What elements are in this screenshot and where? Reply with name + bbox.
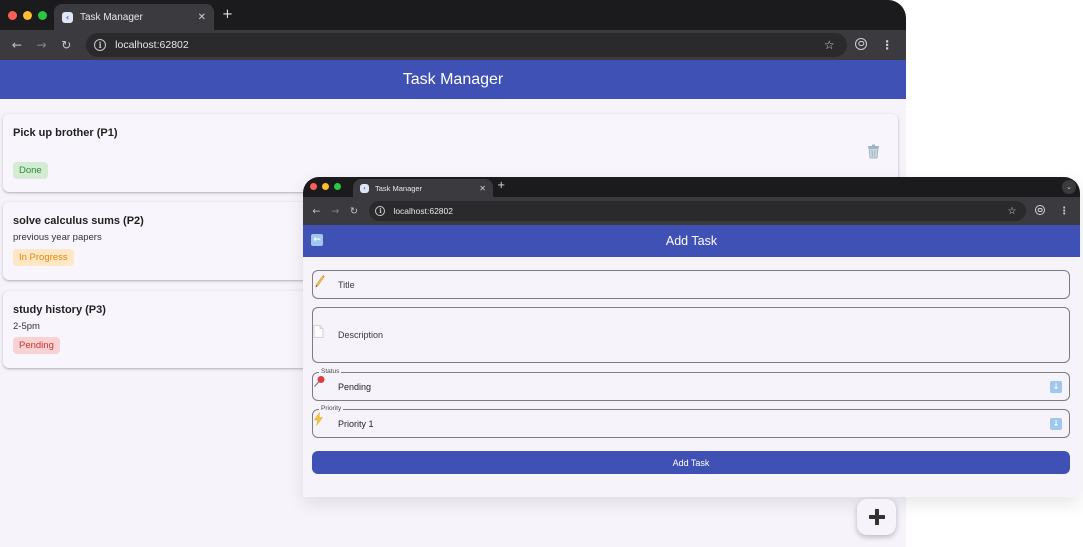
profile-button[interactable] [1030,204,1050,218]
menu-kebab-icon[interactable]: ⋮ [1054,206,1074,217]
new-tab-icon[interactable]: + [222,7,233,22]
address-url: localhost:62802 [393,206,453,216]
task-title: study history (P3) [13,304,106,316]
browser-tab[interactable]: ‹ Task Manager ✕ [353,179,493,197]
profile-button[interactable] [851,37,873,53]
back-arrow-icon[interactable]: ← [309,206,324,217]
priority-value: Priority 1 [338,419,374,429]
minimize-window-button[interactable] [322,183,329,190]
app-bar: Task Manager [0,60,906,99]
browser-toolbar: ← → ↻ i localhost:62802 ☆ ⋮ [0,30,906,60]
reload-icon[interactable]: ↻ [347,206,362,217]
browser-toolbar: ← → ↻ i localhost:62802 ☆ ⋮ [303,197,1080,225]
dropdown-arrow-icon[interactable]: ↓ [1050,381,1062,393]
description-field[interactable]: Description [312,307,1070,363]
pushpin-icon [314,376,325,387]
window-controls [8,11,47,20]
status-badge: Pending [13,337,60,354]
window-controls [310,183,341,190]
site-info-icon[interactable]: i [375,206,386,216]
new-tab-icon[interactable]: + [497,180,505,191]
bookmark-star-icon[interactable]: ☆ [824,38,835,52]
title-field[interactable]: Title [312,270,1070,299]
minimize-window-button[interactable] [23,11,32,20]
close-tab-icon[interactable]: ✕ [198,12,206,23]
address-url: localhost:62802 [115,39,189,51]
close-window-button[interactable] [310,183,317,190]
status-badge: In Progress [13,249,74,266]
reload-icon[interactable]: ↻ [57,38,75,52]
app-bar: ← Add Task [303,225,1080,257]
tab-search-chevron-icon[interactable]: ⌄ [1062,180,1076,194]
plus-icon [868,509,885,525]
address-bar[interactable]: i localhost:62802 ☆ [369,201,1027,221]
forward-arrow-icon[interactable]: → [328,206,343,217]
status-badge: Done [13,162,48,179]
tab-bar: ‹ Task Manager ✕ + [0,0,906,30]
add-task-button-label: Add Task [672,457,710,468]
task-title: solve calculus sums (P2) [13,215,144,227]
back-arrow-icon[interactable]: ← [8,38,26,52]
priority-dropdown[interactable]: Priority Priority 1 ↓ [312,404,1070,438]
add-task-button[interactable]: Add Task [312,451,1070,474]
maximize-window-button[interactable] [38,11,47,20]
profile-icon [855,37,868,50]
title-placeholder: Title [338,280,355,290]
back-button[interactable]: ← [311,234,323,246]
close-tab-icon[interactable]: ✕ [479,184,486,193]
address-bar[interactable]: i localhost:62802 ☆ [86,33,847,57]
add-task-fab[interactable] [857,499,896,535]
maximize-window-button[interactable] [334,183,341,190]
browser-tab[interactable]: ‹ Task Manager ✕ [54,4,214,30]
add-task-browser-window: ‹ Task Manager ✕ + ⌄ ← → ↻ i localhost:6… [303,177,1080,497]
page-icon [313,325,324,338]
status-value: Pending [338,382,372,392]
tab-title: Task Manager [80,11,143,23]
tab-bar: ‹ Task Manager ✕ + ⌄ [303,177,1080,197]
flutter-favicon-icon: ‹ [62,11,73,23]
page-title: Task Manager [402,70,504,88]
task-title: Pick up brother (P1) [13,127,118,139]
lightning-icon [314,412,323,426]
task-description: 2-5pm [13,321,40,332]
flutter-favicon-icon: ‹ [360,183,369,193]
status-dropdown[interactable]: Status Pending ↓ [312,367,1070,401]
menu-kebab-icon[interactable]: ⋮ [876,38,898,52]
site-info-icon[interactable]: i [94,39,107,51]
dropdown-arrow-icon[interactable]: ↓ [1050,418,1062,430]
task-description: previous year papers [13,232,102,243]
profile-icon [1035,204,1046,215]
page-title: Add Task [665,234,718,248]
bookmark-star-icon[interactable]: ☆ [1008,206,1017,217]
pencil-icon [315,275,325,288]
trash-icon[interactable] [867,144,880,159]
close-window-button[interactable] [8,11,17,20]
description-placeholder: Description [338,330,384,340]
forward-arrow-icon[interactable]: → [33,38,51,52]
tab-title: Task Manager [375,183,423,193]
